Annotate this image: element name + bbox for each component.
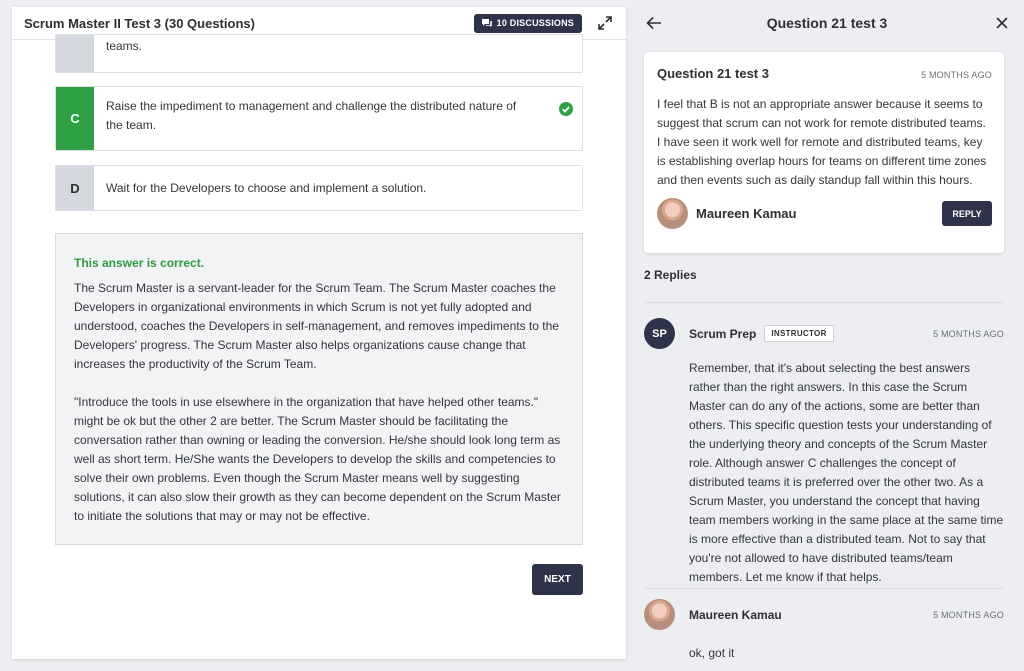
reply-body: Remember, that it's about selecting the … <box>689 361 1004 584</box>
avatar <box>657 198 688 229</box>
option-letter <box>56 35 94 72</box>
option-text: Raise the impediment to management and c… <box>106 99 517 132</box>
reply-button[interactable]: REPLY <box>942 201 992 226</box>
test-title: Scrum Master II Test 3 (30 Questions) <box>24 15 255 31</box>
reply-item: SP Scrum Prep INSTRUCTOR 5 MONTHS AGO Re… <box>644 318 1004 587</box>
back-arrow-icon[interactable] <box>646 16 662 30</box>
next-button[interactable]: NEXT <box>532 564 583 595</box>
answer-explanation: This answer is correct. The Scrum Master… <box>55 233 583 545</box>
answer-option-d[interactable]: D Wait for the Developers to choose and … <box>55 165 583 211</box>
reply-author: Scrum Prep <box>689 326 757 341</box>
correct-status: This answer is correct. <box>74 256 205 270</box>
replies-count: 2 Replies <box>644 268 697 282</box>
discussion-title: Question 21 test 3 <box>766 15 888 31</box>
option-text: teams. <box>106 39 143 53</box>
option-text: Wait for the Developers to choose and im… <box>106 180 427 195</box>
answer-option-b[interactable]: teams. <box>55 34 583 73</box>
divider <box>644 588 1004 589</box>
divider <box>644 302 1004 303</box>
check-circle-icon <box>559 102 573 116</box>
discussions-label: 10 DISCUSSIONS <box>496 18 574 28</box>
discussion-post: Question 21 test 3 5 MONTHS AGO I feel t… <box>644 52 1004 253</box>
post-body: I feel that B is not an appropriate answ… <box>657 97 987 187</box>
answer-options: teams. C Raise the impediment to managem… <box>55 34 583 211</box>
reply-time: 5 MONTHS AGO <box>933 328 1004 339</box>
expand-icon[interactable] <box>598 16 612 30</box>
answer-option-c[interactable]: C Raise the impediment to management and… <box>55 86 583 151</box>
reply-time: 5 MONTHS AGO <box>933 609 1004 620</box>
reply-author: Maureen Kamau <box>689 607 782 622</box>
chat-icon <box>481 19 492 27</box>
post-time: 5 MONTHS AGO <box>921 70 992 80</box>
post-author: Maureen Kamau <box>696 206 797 221</box>
explanation-paragraph: The Scrum Master is a servant-leader for… <box>74 281 559 371</box>
reply-item: Maureen Kamau 5 MONTHS AGO ok, got it <box>644 599 1004 663</box>
explanation-paragraph: "Introduce the tools in use elsewhere in… <box>74 395 561 523</box>
avatar: SP <box>644 318 675 349</box>
instructor-badge: INSTRUCTOR <box>764 325 834 342</box>
discussions-button[interactable]: 10 DISCUSSIONS <box>473 13 582 33</box>
question-panel: Scrum Master II Test 3 (30 Questions) 10… <box>12 7 626 659</box>
discussion-header: Question 21 test 3 <box>630 0 1024 46</box>
close-icon[interactable] <box>996 17 1008 29</box>
option-letter: C <box>56 87 94 150</box>
avatar <box>644 599 675 630</box>
reply-body: ok, got it <box>689 646 735 660</box>
option-letter: D <box>56 166 94 210</box>
post-title: Question 21 test 3 <box>657 66 769 81</box>
discussion-panel: Question 21 test 3 Question 21 test 3 5 … <box>630 0 1024 671</box>
